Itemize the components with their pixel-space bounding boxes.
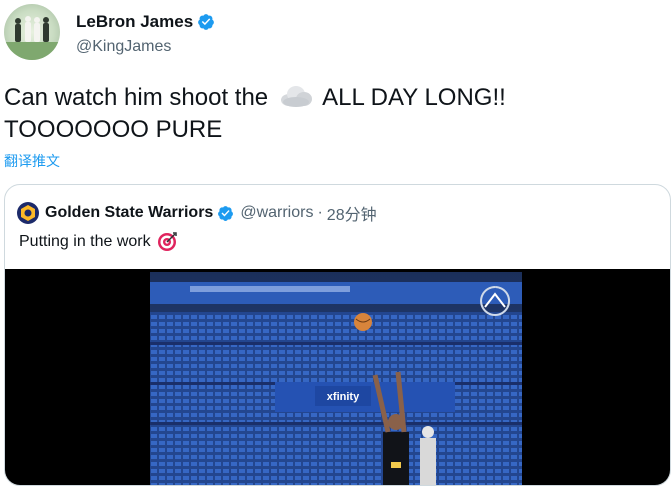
tweet-text: Can watch him shoot the ALL DAY LONG!! T… <box>4 82 506 146</box>
warriors-logo-icon <box>21 205 35 221</box>
quoted-video[interactable]: xfinity <box>5 269 670 485</box>
direct-hit-icon <box>157 232 177 251</box>
tweet-header: LeBron James @KingJames <box>4 4 664 64</box>
quoted-timestamp[interactable]: 28分钟 <box>327 201 377 225</box>
author-handle[interactable]: @KingJames <box>76 38 171 56</box>
verified-badge-icon <box>218 205 234 221</box>
warriors-avatar[interactable] <box>17 202 39 224</box>
author-display-name[interactable]: LeBron James <box>76 12 193 32</box>
arena-sign-text: xfinity <box>327 391 360 403</box>
verified-badge-icon <box>198 14 215 30</box>
tweet-text-line-1: Can watch him shoot the ALL DAY LONG!! <box>4 84 506 111</box>
quoted-display-name[interactable]: Golden State Warriors <box>45 204 213 222</box>
author-name-row: LeBron James <box>76 12 215 32</box>
avatar-photo <box>4 16 60 60</box>
quoted-handle[interactable]: @warriors <box>240 204 313 222</box>
translate-tweet-link[interactable]: 翻译推文 <box>4 151 60 171</box>
quoted-tweet-header: Golden State Warriors @warriors · 28分钟 <box>17 201 377 225</box>
quoted-tweet[interactable]: Golden State Warriors @warriors · 28分钟 P… <box>4 184 671 486</box>
separator-dot: · <box>317 204 323 221</box>
avatar[interactable] <box>4 4 60 60</box>
tweet-text-line-2: TOOOOOOO PURE <box>4 116 223 143</box>
video-frame: xfinity <box>150 272 522 485</box>
quoted-tweet-text: Putting in the work <box>19 232 177 252</box>
cloud-icon <box>280 86 312 107</box>
